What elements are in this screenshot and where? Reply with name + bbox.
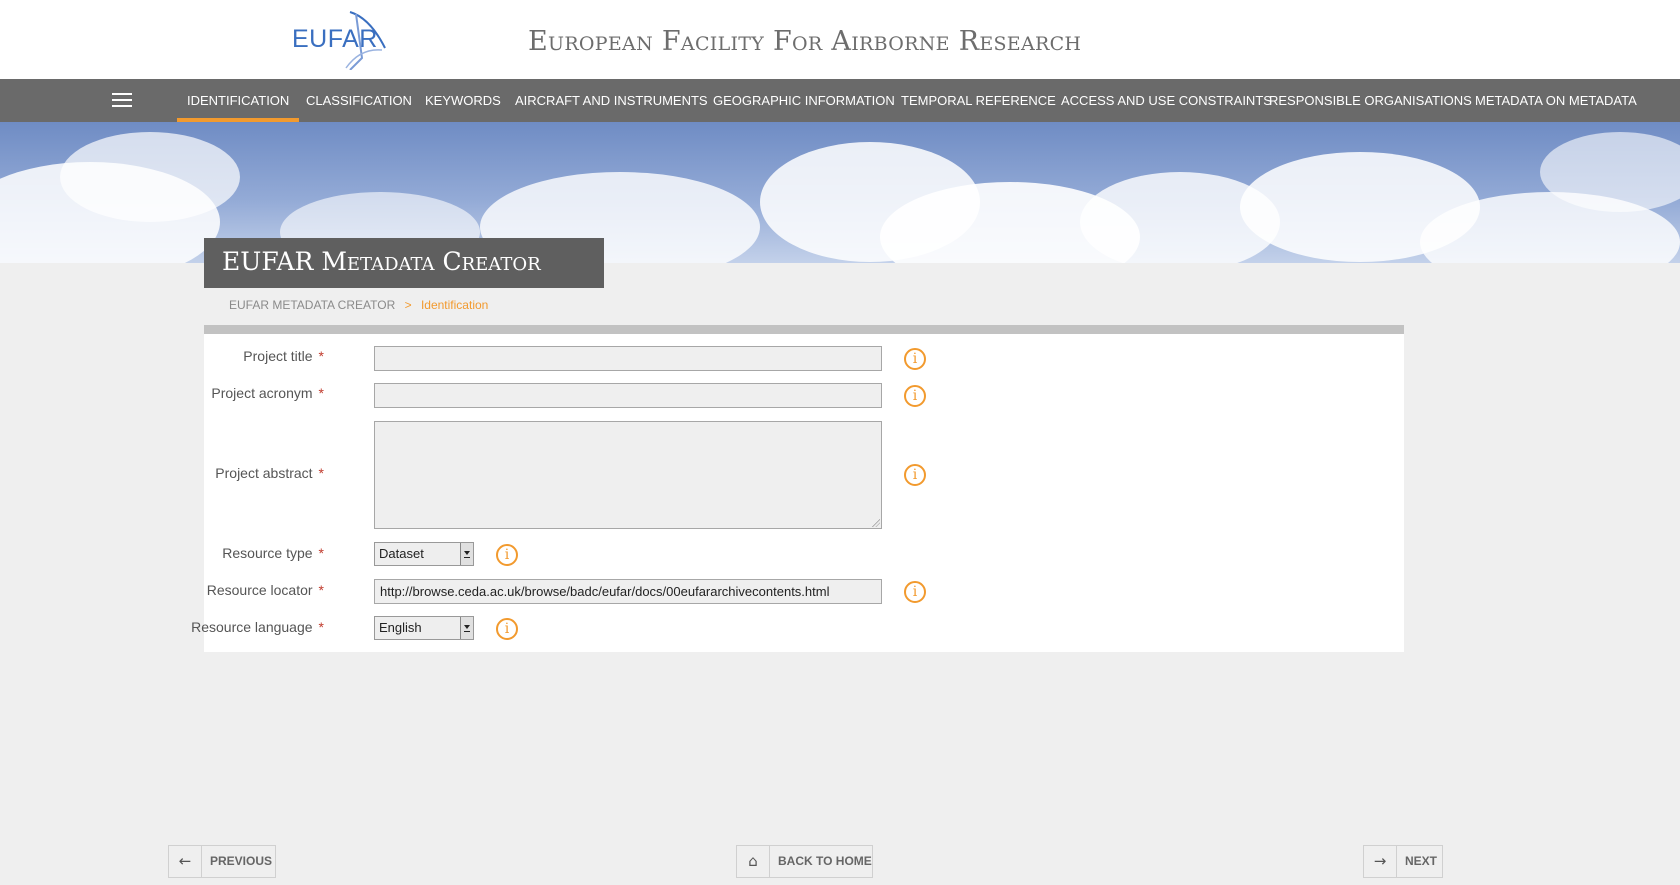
breadcrumb-root[interactable]: EUFAR Metadata Creator: [229, 298, 395, 312]
arrow-left-icon: ←: [169, 846, 202, 877]
nav-item-aircraft-instruments[interactable]: Aircraft and Instruments: [505, 79, 718, 122]
required-mark: *: [318, 348, 324, 364]
page-title: EUFAR Metadata Creator: [222, 247, 541, 276]
resource-language-select[interactable]: English: [374, 616, 474, 640]
logo-text: EUFAR: [292, 25, 378, 53]
info-icon[interactable]: i: [496, 544, 518, 566]
site-title: European Facility For Airborne Research: [528, 26, 1082, 57]
breadcrumb-separator: >: [404, 298, 412, 312]
nav-item-metadata-on-metadata[interactable]: Metadata on Metadata: [1465, 79, 1647, 122]
resource-type-select[interactable]: Dataset: [374, 542, 474, 566]
previous-button[interactable]: ← Previous: [168, 845, 276, 878]
breadcrumb-current: Identification: [420, 298, 489, 312]
next-button[interactable]: → Next: [1363, 845, 1443, 878]
required-mark: *: [318, 465, 324, 481]
resource-type-value: Dataset: [379, 546, 424, 561]
eufar-logo[interactable]: EUFAR: [290, 8, 390, 70]
required-mark: *: [318, 545, 324, 561]
resource-language-value: English: [379, 620, 422, 635]
nav-item-identification[interactable]: Identification: [177, 79, 300, 122]
hamburger-icon[interactable]: [112, 93, 132, 109]
nav-item-responsible-organisations[interactable]: Responsible Organisations: [1259, 79, 1482, 122]
main-navbar: Identification Classification Keywords A…: [0, 79, 1680, 122]
project-abstract-label: Project abstract *: [215, 465, 324, 481]
required-mark: *: [318, 619, 324, 635]
nav-item-temporal-reference[interactable]: Temporal Reference: [891, 79, 1066, 122]
previous-button-label: Previous: [210, 854, 273, 868]
dropdown-arrow-icon[interactable]: [460, 617, 473, 639]
project-acronym-input[interactable]: [374, 383, 882, 408]
nav-item-geographic-information[interactable]: Geographic Information: [703, 79, 905, 122]
info-icon[interactable]: i: [496, 618, 518, 640]
resource-locator-label: Resource locator *: [206, 582, 324, 598]
resource-locator-input[interactable]: http://browse.ceda.ac.uk/browse/badc/euf…: [374, 579, 882, 604]
arrow-right-icon: →: [1364, 846, 1397, 877]
info-icon[interactable]: i: [904, 348, 926, 370]
resource-type-label: Resource type *: [222, 545, 324, 561]
resize-grip-icon[interactable]: [872, 519, 880, 527]
nav-item-keywords[interactable]: Keywords: [415, 79, 511, 122]
nav-item-classification[interactable]: Classification: [296, 79, 422, 122]
info-icon[interactable]: i: [904, 581, 926, 603]
back-to-home-button[interactable]: ⌂ Back to Home: [736, 845, 873, 878]
nav-item-access-use-constraints[interactable]: Access and Use Constraints: [1051, 79, 1282, 122]
breadcrumb: EUFAR Metadata Creator > Identification: [229, 298, 488, 312]
home-icon: ⌂: [737, 846, 770, 877]
required-mark: *: [318, 385, 324, 401]
site-header: EUFAR European Facility For Airborne Res…: [0, 0, 1680, 79]
info-icon[interactable]: i: [904, 385, 926, 407]
page-title-box: EUFAR Metadata Creator: [204, 238, 604, 288]
project-abstract-textarea[interactable]: [374, 421, 882, 529]
project-title-label: Project title *: [243, 348, 324, 364]
project-acronym-label: Project acronym *: [211, 385, 324, 401]
project-title-input[interactable]: [374, 346, 882, 371]
resource-language-label: Resource language *: [191, 619, 324, 635]
next-button-label: Next: [1405, 854, 1438, 868]
info-icon[interactable]: i: [904, 464, 926, 486]
required-mark: *: [318, 582, 324, 598]
back-to-home-label: Back to Home: [778, 854, 872, 868]
dropdown-arrow-icon[interactable]: [460, 543, 473, 565]
